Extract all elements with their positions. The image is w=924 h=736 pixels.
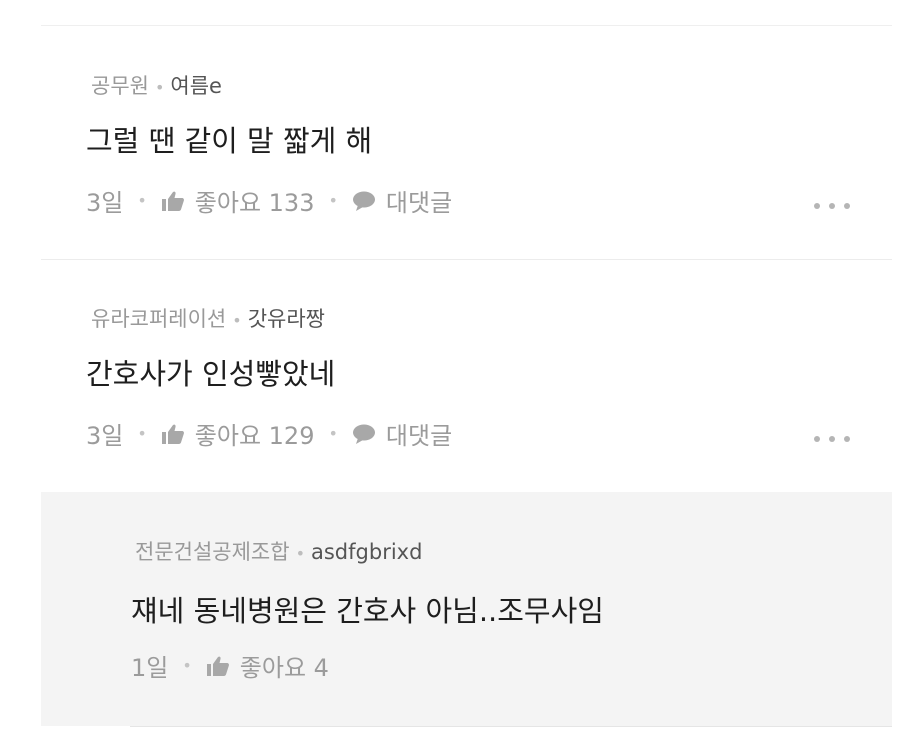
reply-button[interactable]: 대댓글 [352,183,452,218]
reply-divider [130,726,892,727]
speech-bubble-icon [352,424,375,444]
more-dot [844,203,850,209]
reply-time: 1일 [131,654,169,682]
more-dots-icon [814,436,820,442]
reply-item: 전문건설공제조합 • asdfgbrixd 쟤네 동네병원은 간호사 아님..조무사… [41,492,892,726]
like-count-label: 좋아요 133 [194,189,315,217]
more-dot [844,436,850,442]
comment-meta: 공무원 • 여름e [91,70,222,100]
comment-item: 유라코퍼레이션 • 갓유라짱 간호사가 인성빻았네 3일 • 좋아요 129 • 대… [41,259,892,492]
more-dot [829,436,835,442]
comment-text: 그럴 땐 같이 말 짧게 해 [86,124,373,158]
comment-actions: 3일 • 좋아요 133 • 대댓글 [86,183,452,218]
thumbs-up-icon [161,191,184,211]
action-separator: • [328,191,338,210]
author-nickname[interactable]: 여름e [170,74,222,98]
action-separator: • [137,191,147,210]
author-nickname[interactable]: asdfgbrixd [311,540,422,564]
more-dots-icon [814,203,820,209]
reply-label: 대댓글 [385,189,453,217]
thumbs-up-icon [206,656,229,676]
thumbs-up-icon [161,424,184,444]
reply-button[interactable]: 대댓글 [352,416,452,451]
like-count-label: 좋아요 4 [239,654,329,682]
action-separator: • [328,424,338,443]
comment-time: 3일 [86,189,124,217]
like-count-label: 좋아요 129 [194,422,315,450]
comment-time: 3일 [86,422,124,450]
more-dot [829,203,835,209]
speech-bubble-icon [352,191,375,211]
author-org[interactable]: 공무원 [91,74,149,98]
meta-dot-separator: • [232,311,242,330]
more-options-button[interactable] [814,202,850,210]
like-button[interactable]: 좋아요 129 [161,416,315,451]
comment-list: 공무원 • 여름e 그럴 땐 같이 말 짧게 해 3일 • 좋아요 133 • 대댓… [0,0,924,736]
author-org[interactable]: 유라코퍼레이션 [91,307,226,331]
comment-item: 공무원 • 여름e 그럴 땐 같이 말 짧게 해 3일 • 좋아요 133 • 대댓… [41,26,892,260]
reply-meta: 전문건설공제조합 • asdfgbrixd [135,536,422,566]
meta-dot-separator: • [154,78,165,97]
reply-text: 쟤네 동네병원은 간호사 아님..조무사임 [131,594,604,628]
more-options-button[interactable] [814,435,850,443]
comment-meta: 유라코퍼레이션 • 갓유라짱 [91,303,325,333]
comment-text: 간호사가 인성빻았네 [86,357,336,391]
comment-actions: 3일 • 좋아요 129 • 대댓글 [86,416,452,451]
reply-actions: 1일 • 좋아요 4 [131,648,329,683]
author-org[interactable]: 전문건설공제조합 [135,540,290,564]
like-button[interactable]: 좋아요 4 [206,648,329,683]
action-separator: • [137,424,147,443]
meta-dot-separator: • [295,544,305,563]
reply-label: 대댓글 [385,422,453,450]
like-button[interactable]: 좋아요 133 [161,183,315,218]
action-separator: • [182,656,192,675]
author-nickname[interactable]: 갓유라짱 [248,307,325,331]
